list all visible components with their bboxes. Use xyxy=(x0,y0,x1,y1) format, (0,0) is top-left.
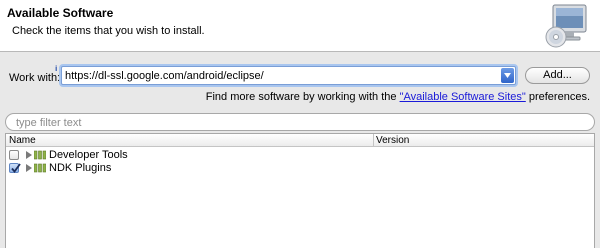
package-group-icon xyxy=(34,163,46,173)
tree-row-ndk-plugins[interactable]: NDK Plugins xyxy=(6,161,594,176)
column-header-name[interactable]: Name xyxy=(9,135,36,146)
available-software-sites-link[interactable]: "Available Software Sites" xyxy=(400,91,526,103)
work-with-input[interactable] xyxy=(65,69,495,83)
expand-arrow-icon[interactable] xyxy=(26,164,32,172)
find-more-text: Find more software by working with the "… xyxy=(206,91,590,103)
tree-row-label: Developer Tools xyxy=(49,149,128,161)
column-divider[interactable] xyxy=(373,134,374,147)
dropdown-arrow-icon[interactable] xyxy=(501,68,514,83)
expand-arrow-icon[interactable] xyxy=(26,151,32,159)
add-site-button[interactable]: Add... xyxy=(525,67,590,84)
work-with-combo[interactable] xyxy=(61,66,516,85)
filter-input[interactable] xyxy=(16,116,576,129)
page-title: Available Software xyxy=(7,6,114,20)
find-more-prefix: Find more software by working with the xyxy=(205,91,400,103)
work-with-label: Work with: xyxy=(9,72,61,84)
checkbox-ndk-plugins[interactable] xyxy=(9,163,21,173)
tree-row-label: NDK Plugins xyxy=(49,162,112,174)
column-header-version[interactable]: Version xyxy=(376,135,409,146)
header-banner: Available Software Check the items that … xyxy=(0,0,600,52)
find-more-suffix: preferences. xyxy=(525,91,590,103)
monitor-with-cd-icon xyxy=(544,3,590,49)
filter-field[interactable] xyxy=(5,113,595,131)
page-description: Check the items that you wish to install… xyxy=(12,25,205,37)
package-group-icon xyxy=(34,150,46,160)
software-tree[interactable]: Name Version Developer Tools NDK Plugins xyxy=(5,133,595,248)
tree-header: Name Version xyxy=(6,134,594,147)
checkmark-icon xyxy=(11,163,21,173)
checkbox-developer-tools[interactable] xyxy=(9,150,19,160)
